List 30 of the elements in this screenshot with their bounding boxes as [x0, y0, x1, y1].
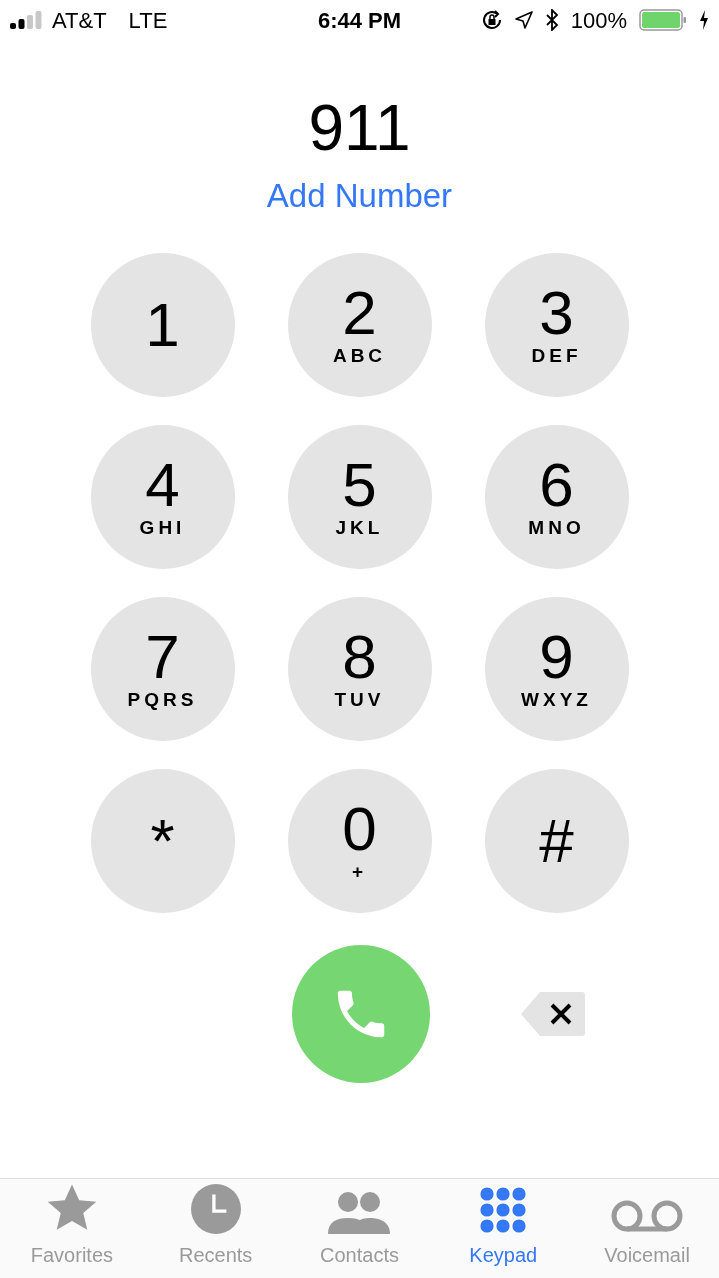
network-text: LTE	[128, 6, 168, 35]
dial-key[interactable]: 4 GHI	[90, 425, 235, 569]
delete-button[interactable]	[520, 991, 586, 1037]
signal-icon	[10, 11, 44, 29]
bluetooth-icon	[544, 9, 559, 31]
clock-icon	[190, 1184, 241, 1234]
dial-key[interactable]: 8 TUV	[287, 597, 432, 741]
status-time: 6:44 PM	[317, 6, 402, 35]
voicemail-icon	[611, 1198, 684, 1234]
battery-percent: 100%	[570, 6, 627, 35]
keypad-icon	[479, 1186, 528, 1234]
rotation-lock-icon	[480, 9, 503, 31]
tab[interactable]: Keypad	[431, 1179, 576, 1278]
dial-key[interactable]: 0 +	[287, 769, 432, 913]
location-icon	[514, 11, 533, 29]
dial-key[interactable]: 5 JKL	[287, 425, 432, 569]
dial-key[interactable]: 3 DEF	[484, 253, 629, 397]
dial-key[interactable]: *	[90, 769, 235, 913]
carrier-text: AT&T	[52, 6, 107, 35]
dial-key[interactable]: 7 PQRS	[90, 597, 235, 741]
charging-icon	[699, 10, 709, 30]
backspace-icon	[520, 991, 586, 1037]
add-number-link[interactable]: Add Number	[266, 174, 453, 218]
dialed-number: 911	[308, 91, 411, 166]
battery-icon	[639, 9, 687, 31]
dial-key[interactable]: 2 ABC	[287, 253, 432, 397]
dial-key[interactable]: 9 WXYZ	[484, 597, 629, 741]
dial-key[interactable]: 6 MNO	[484, 425, 629, 569]
dial-key[interactable]: 1	[90, 253, 235, 397]
dial-key[interactable]: #	[484, 769, 629, 913]
